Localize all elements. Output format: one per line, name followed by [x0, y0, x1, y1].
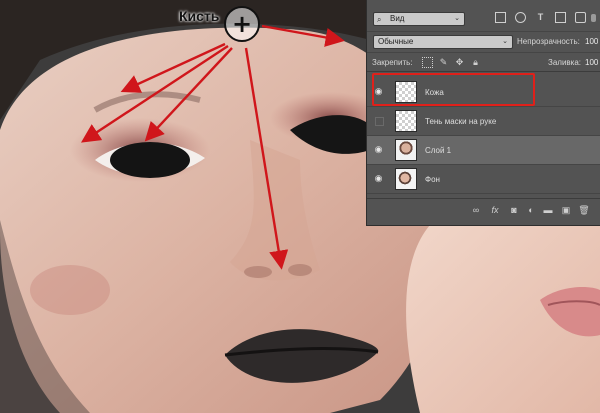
eye-icon[interactable]: ◉ [373, 173, 384, 184]
blend-mode-label: Обычные [378, 37, 414, 46]
layer-name: Фон [425, 175, 440, 184]
fill-field[interactable]: 100 [585, 58, 598, 67]
brush-cursor-icon: + [224, 6, 260, 42]
brush-label: Кисть [179, 8, 220, 24]
chevron-down-icon: ⌄ [502, 38, 508, 45]
adjustment-filter-icon[interactable] [515, 12, 526, 23]
layer-row-background[interactable]: ◉ Фон [367, 165, 600, 194]
image-filter-icon[interactable] [495, 12, 506, 23]
opacity-field[interactable]: 100 [585, 37, 598, 46]
new-layer-icon[interactable]: ▣ [560, 204, 572, 216]
layer-row-layer-1[interactable]: ◉ Слой 1 [367, 136, 600, 165]
layer-name: Слой 1 [425, 146, 452, 155]
layer-thumbnail [395, 168, 417, 190]
lock-transparency-icon[interactable] [422, 57, 433, 68]
adjustment-layer-icon[interactable]: ◐ [525, 204, 537, 216]
link-layers-icon[interactable]: ∞ [470, 204, 482, 216]
layer-highlight-frame [372, 73, 535, 106]
layer-name: Тень маски на руке [425, 117, 497, 126]
layer-thumbnail [395, 110, 417, 132]
search-icon: ⌕ [377, 15, 382, 24]
visibility-toggle-off[interactable] [375, 117, 384, 126]
layer-filter-bar: ⌕ Вид ⌄ T [367, 9, 600, 29]
blend-bar: Обычные ⌄ Непрозрачность: 100 [367, 31, 600, 51]
shape-filter-icon[interactable] [555, 12, 566, 23]
type-filter-icon[interactable]: T [535, 12, 546, 23]
lock-position-icon[interactable]: ✥ [454, 57, 465, 68]
lock-pixels-icon[interactable]: ✎ [438, 57, 449, 68]
lock-bar: Закрепить: ✎ ✥ 🔒︎ Заливка: 100 [367, 52, 600, 72]
lock-label: Закрепить: [372, 58, 413, 67]
blend-mode-select[interactable]: Обычные ⌄ [373, 35, 513, 49]
layer-row-hand-mask-shadow[interactable]: Тень маски на руке [367, 107, 600, 136]
new-group-icon[interactable]: ▬ [542, 204, 554, 216]
chevron-down-icon: ⌄ [454, 15, 460, 22]
opacity-label: Непрозрачность: [517, 37, 580, 46]
lock-all-icon[interactable]: 🔒︎ [470, 57, 481, 68]
add-mask-icon[interactable]: ◙ [508, 204, 520, 216]
smart-object-filter-icon[interactable] [575, 12, 586, 23]
trash-icon[interactable]: 🗑︎ [578, 204, 590, 216]
layer-thumbnail [395, 139, 417, 161]
fx-icon[interactable]: fx [489, 204, 501, 216]
layers-panel: ⌕ Вид ⌄ T Обычные ⌄ Непрозрачность: 100 … [366, 0, 600, 226]
eye-icon[interactable]: ◉ [373, 144, 384, 155]
filter-kind-label: Вид [390, 14, 405, 23]
layers-panel-footer: ∞ fx ◙ ◐ ▬ ▣ 🗑︎ [367, 198, 600, 225]
filter-toggle[interactable] [591, 14, 596, 22]
filter-kind-select[interactable]: ⌕ Вид ⌄ [373, 12, 465, 26]
fill-label: Заливка: [548, 58, 582, 67]
